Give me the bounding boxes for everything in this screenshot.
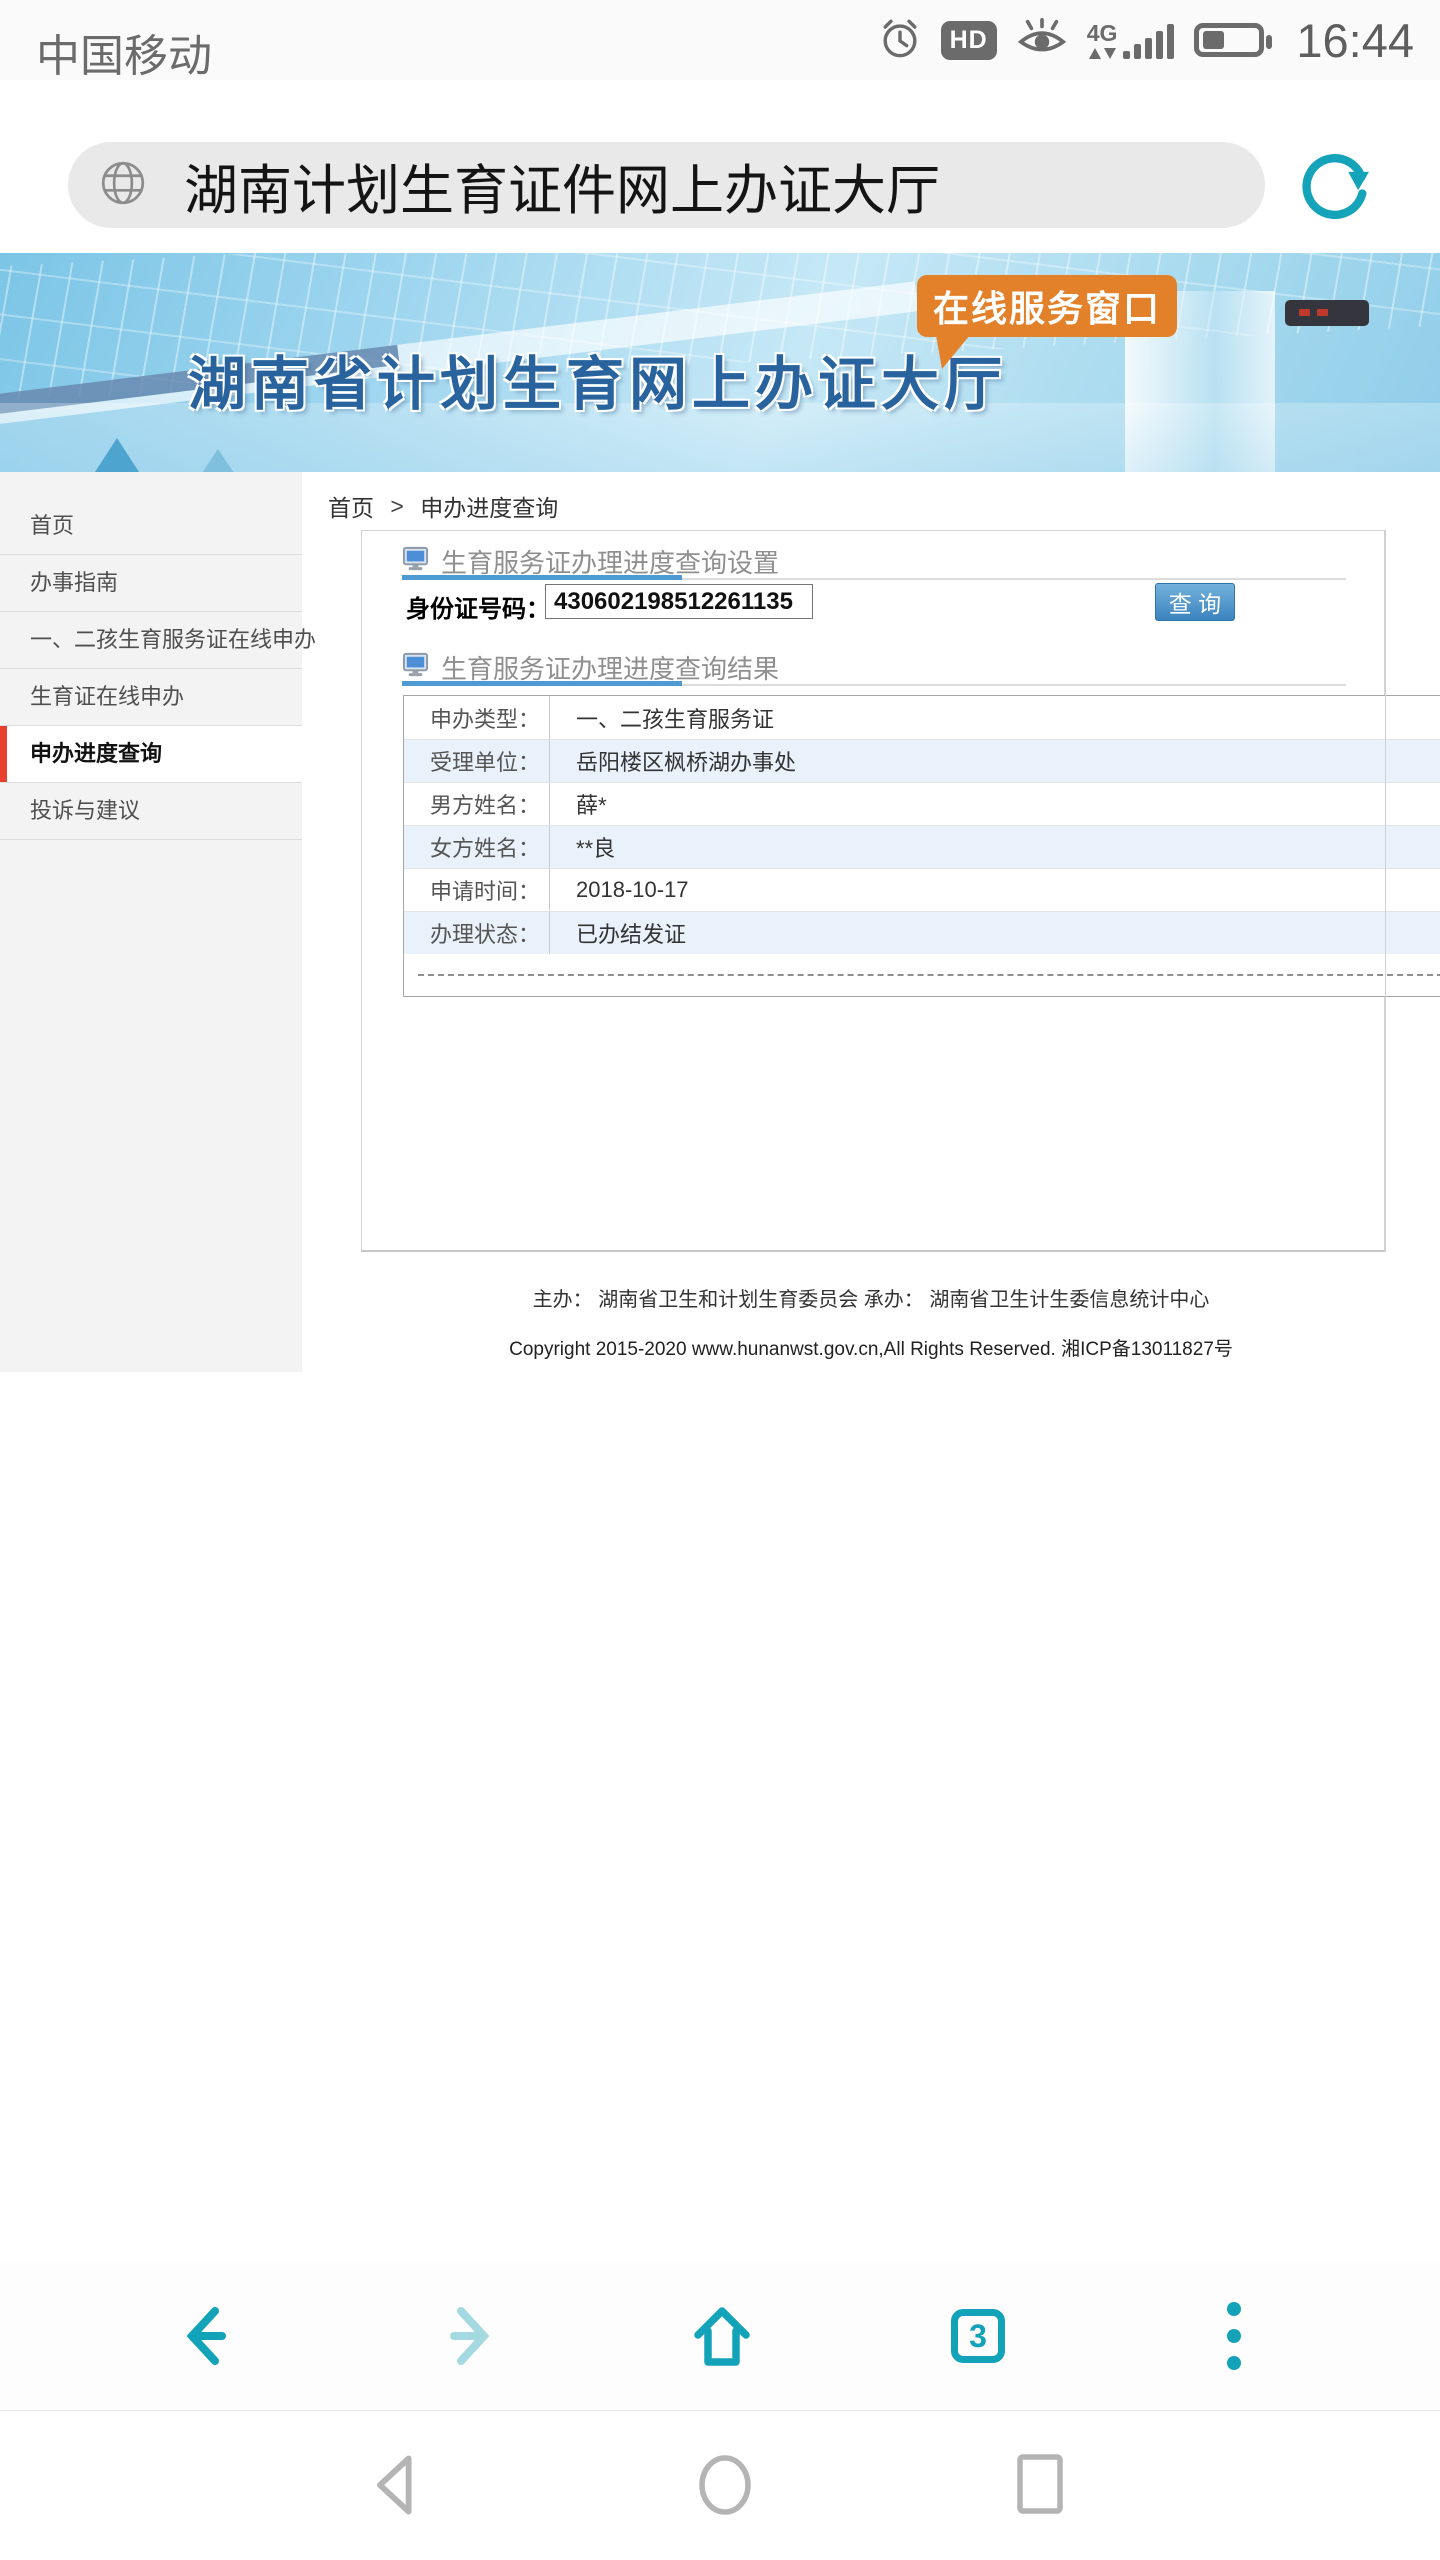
status-icons: HD 4G 16:44 — [879, 0, 1414, 80]
sidebar-item-home[interactable]: 首页 — [0, 498, 302, 555]
browser-url-row: 湖南计划生育证件网上办证大厅 — [0, 80, 1440, 253]
id-number-input[interactable] — [545, 584, 813, 619]
sidebar: 首页 办事指南 一、二孩生育服务证在线申办 生育证在线申办 申办进度查询 投诉与… — [0, 472, 302, 1372]
browser-tabs-button[interactable]: 3 — [938, 2296, 1018, 2376]
upload-arrow-icon — [1089, 48, 1101, 59]
status-bar: 中国移动 HD 4G 16:44 — [0, 0, 1440, 80]
site-footer: 主办： 湖南省卫生和计划生育委员会 承办： 湖南省卫生计生委信息统计中心 Cop… — [302, 1283, 1440, 1361]
android-recents-button[interactable] — [1004, 2449, 1076, 2521]
table-row: 申办类型： 一、二孩生育服务证 — [404, 696, 1440, 739]
android-navigation-bar — [0, 2411, 1440, 2560]
browser-menu-button[interactable] — [1194, 2296, 1274, 2376]
browser-back-button[interactable] — [170, 2296, 250, 2376]
address-bar[interactable]: 湖南计划生育证件网上办证大厅 — [68, 142, 1265, 228]
sidebar-item-guide[interactable]: 办事指南 — [0, 555, 302, 612]
browser-toolbar: 3 — [0, 2262, 1440, 2410]
result-table: 申办类型： 一、二孩生育服务证 受理单位： 岳阳楼区枫桥湖办事处 男方姓名： 薛… — [403, 695, 1440, 997]
section-underline — [402, 575, 1346, 580]
query-card: 生育服务证办理进度查询设置 身份证号码： 查 询 生育服务证办理进度查询结果 申… — [361, 530, 1385, 1252]
android-back-button[interactable] — [362, 2449, 434, 2521]
active-item-marker — [0, 726, 7, 782]
footer-copyright-line: Copyright 2015-2020 www.hunanwst.gov.cn,… — [302, 1334, 1440, 1361]
banner-title: 湖南省计划生育网上办证大厅 — [188, 337, 1007, 421]
badge-tail-decoration — [936, 335, 972, 376]
download-arrow-icon — [1104, 48, 1116, 59]
tab-count-box: 3 — [951, 2309, 1005, 2363]
breadcrumb: 首页 > 申办进度查询 — [328, 489, 558, 523]
section-underline — [402, 681, 1346, 686]
led-display-decoration — [1285, 300, 1369, 326]
banner-triangle-decoration — [202, 449, 234, 472]
tab-count: 3 — [969, 2318, 987, 2355]
carrier-label: 中国移动 — [36, 20, 212, 84]
clock-label: 16:44 — [1296, 13, 1414, 68]
table-dashed-separator — [404, 954, 1440, 996]
hd-icon: HD — [941, 21, 997, 60]
computer-icon — [402, 545, 429, 579]
table-row: 女方姓名： **良 — [404, 825, 1440, 868]
page-title: 湖南计划生育证件网上办证大厅 — [184, 146, 940, 225]
breadcrumb-separator: > — [390, 493, 403, 519]
breadcrumb-home-link[interactable]: 首页 — [328, 495, 374, 521]
table-row: 男方姓名： 薛* — [404, 782, 1440, 825]
breadcrumb-current: 申办进度查询 — [420, 495, 558, 521]
globe-icon — [98, 158, 148, 213]
browser-home-button[interactable] — [682, 2296, 762, 2376]
card-right-border — [1385, 530, 1386, 1252]
table-row: 申请时间： 2018-10-17 — [404, 868, 1440, 911]
sidebar-item-progress-query[interactable]: 申办进度查询 — [0, 726, 302, 783]
browser-forward-button[interactable] — [426, 2296, 506, 2376]
sidebar-item-birth-cert-apply[interactable]: 生育证在线申办 — [0, 669, 302, 726]
signal-bars-icon — [1123, 24, 1174, 59]
table-row: 受理单位： 岳阳楼区枫桥湖办事处 — [404, 739, 1440, 782]
network-type-label: 4G — [1087, 22, 1118, 45]
battery-icon — [1194, 23, 1264, 57]
site-banner: 湖南省计划生育网上办证大厅 在线服务窗口 — [0, 253, 1440, 472]
footer-organizer-line: 主办： 湖南省卫生和计划生育委员会 承办： 湖南省卫生计生委信息统计中心 — [302, 1283, 1440, 1312]
online-service-badge: 在线服务窗口 — [917, 275, 1177, 337]
refresh-button[interactable] — [1294, 146, 1374, 226]
sidebar-menu: 首页 办事指南 一、二孩生育服务证在线申办 生育证在线申办 申办进度查询 投诉与… — [0, 472, 302, 840]
kebab-menu-icon — [1227, 2302, 1241, 2370]
query-button[interactable]: 查 询 — [1155, 583, 1235, 621]
banner-triangle-decoration — [95, 438, 139, 472]
signal-4g-icon: 4G — [1087, 22, 1175, 59]
eye-comfort-icon — [1017, 18, 1067, 63]
android-home-button[interactable] — [689, 2449, 761, 2521]
id-number-label: 身份证号码： — [406, 589, 550, 624]
alarm-icon — [879, 16, 921, 65]
computer-icon — [402, 651, 429, 685]
table-row: 办理状态： 已办结发证 — [404, 911, 1440, 954]
sidebar-item-service-cert-apply[interactable]: 一、二孩生育服务证在线申办 — [0, 612, 302, 669]
sidebar-item-complaints[interactable]: 投诉与建议 — [0, 783, 302, 840]
